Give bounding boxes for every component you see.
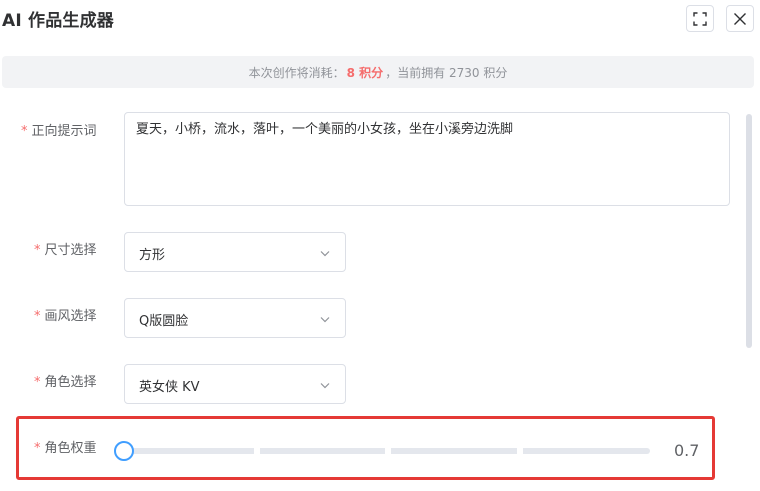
style-label: * 画风选择 [34,305,97,324]
fullscreen-button[interactable] [686,5,714,32]
required-mark: * [34,441,41,456]
notice-prefix: 本次创作将消耗： [248,65,345,80]
style-select[interactable]: Q版圆脸 [124,298,346,338]
notice-suffix: ，当前拥有 2730 积分 [385,65,508,80]
cost-notice: 本次创作将消耗： 8 积分 ，当前拥有 2730 积分 [2,56,754,88]
character-label: * 角色选择 [34,371,97,390]
weight-label-text: 角色权重 [44,441,97,456]
weight-value: 0.7 [674,441,700,460]
character-select-value: 英女侠 KV [139,380,200,395]
chevron-down-icon [319,379,331,391]
size-select-value: 方形 [139,248,166,263]
size-label: * 尺寸选择 [34,239,97,258]
fullscreen-icon [693,11,707,26]
weight-slider-handle[interactable] [114,441,134,461]
prompt-label: * 正向提示词 [21,120,97,139]
slider-stop [517,448,523,454]
dialog-title: AI 作品生成器 [2,11,115,31]
scrollbar-thumb[interactable] [746,114,752,348]
required-mark: * [34,309,41,324]
notice-cost: 8 积分 [346,65,384,80]
prompt-textarea[interactable]: 夏天，小桥，流水，落叶，一个美丽的小女孩，坐在小溪旁边洗脚 [124,112,730,206]
required-mark: * [34,375,41,390]
chevron-down-icon [319,313,331,325]
style-select-value: Q版圆脸 [139,314,189,329]
chevron-down-icon [319,247,331,259]
style-label-text: 画风选择 [44,309,97,324]
slider-stop [385,448,391,454]
close-button[interactable] [726,5,754,32]
slider-stop [254,448,260,454]
required-mark: * [21,124,28,139]
close-icon [734,12,746,25]
required-mark: * [34,243,41,258]
size-select[interactable]: 方形 [124,232,346,272]
form-scroll-area: * 正向提示词 夏天，小桥，流水，落叶，一个美丽的小女孩，坐在小溪旁边洗脚 * 尺寸… [0,98,760,491]
weight-label: * 角色权重 [34,437,97,456]
character-select[interactable]: 英女侠 KV [124,364,346,404]
character-label-text: 角色选择 [44,375,97,390]
prompt-label-text: 正向提示词 [31,124,97,139]
size-label-text: 尺寸选择 [44,243,97,258]
